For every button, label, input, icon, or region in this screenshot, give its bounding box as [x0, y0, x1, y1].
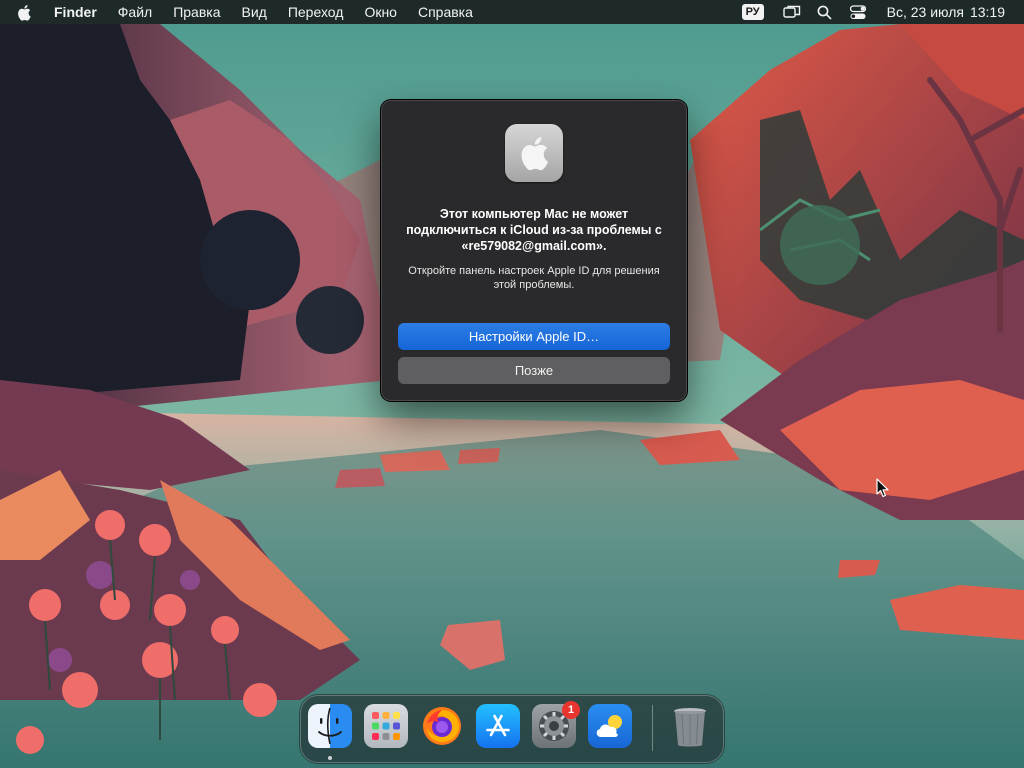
- settings-update-badge: 1: [562, 701, 580, 719]
- finder-running-indicator: [328, 756, 332, 760]
- apple-menu-icon[interactable]: [17, 3, 35, 21]
- launchpad-icon[interactable]: [364, 704, 408, 748]
- clock-date: Вс, 23 июля: [886, 4, 964, 20]
- control-center-icon[interactable]: [848, 2, 868, 22]
- app-store-icon[interactable]: [476, 704, 520, 748]
- menu-app-finder[interactable]: Finder: [54, 4, 97, 20]
- dialog-message: Откройте панель настроек Apple ID для ре…: [408, 265, 660, 291]
- menu-edit[interactable]: Правка: [173, 4, 220, 20]
- menu-window[interactable]: Окно: [364, 4, 397, 20]
- firefox-icon[interactable]: [420, 704, 464, 748]
- mouse-pointer-icon: [876, 478, 890, 503]
- system-settings-apple-icon: [505, 124, 563, 182]
- menubar-clock[interactable]: Вс, 23 июля 13:19: [887, 4, 1005, 20]
- input-language-indicator[interactable]: РУ: [741, 4, 764, 20]
- spotlight-search-icon[interactable]: [815, 2, 835, 22]
- dialog-title: Этот компьютер Mac не может подключиться…: [406, 207, 662, 253]
- menu-view[interactable]: Вид: [242, 4, 267, 20]
- icloud-error-dialog: Этот компьютер Mac не может подключиться…: [381, 100, 687, 401]
- trash-icon[interactable]: [668, 704, 712, 748]
- menu-go[interactable]: Переход: [288, 4, 344, 20]
- finder-icon[interactable]: [308, 704, 352, 748]
- menu-file[interactable]: Файл: [118, 4, 152, 20]
- apple-id-settings-button[interactable]: Настройки Apple ID…: [398, 323, 670, 350]
- dock: 1: [300, 695, 724, 763]
- dock-separator: [652, 705, 653, 751]
- weather-icon[interactable]: [588, 704, 632, 748]
- clock-time: 13:19: [969, 4, 1005, 20]
- menu-help[interactable]: Справка: [418, 4, 473, 20]
- screen-mirroring-icon[interactable]: [782, 2, 802, 22]
- later-button[interactable]: Позже: [398, 357, 670, 384]
- menu-bar: Finder Файл Правка Вид Переход Окно Спра…: [0, 0, 1024, 24]
